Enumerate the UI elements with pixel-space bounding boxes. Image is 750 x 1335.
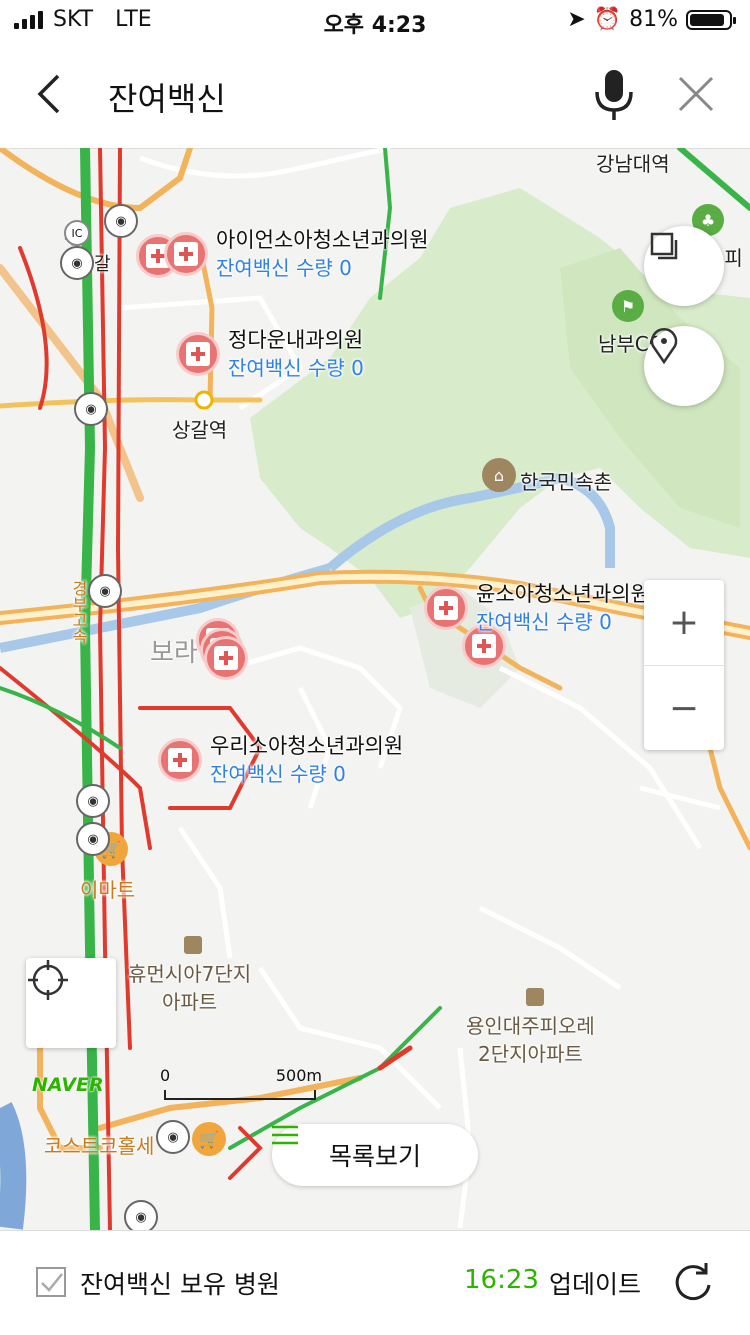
vaccine-stock: 잔여백신 수량 0 <box>210 762 346 786</box>
list-view-label: 목록보기 <box>328 1142 421 1171</box>
battery-icon <box>686 9 736 30</box>
current-location-button[interactable] <box>26 958 116 1048</box>
cctv-icon: ◉ <box>76 822 110 856</box>
label-gangnam-station: 강남대역 <box>596 152 670 176</box>
search-query[interactable]: 잔여백신 <box>108 74 226 120</box>
label-yongin: 용인대주피오레 2단지아파트 <box>466 1014 595 1066</box>
cctv-icon: ◉ <box>76 784 110 818</box>
crosshair-icon <box>28 960 68 1000</box>
hospital-name: 우리소아청소년과의원 <box>210 734 404 758</box>
hospital-name: 정다운내과의원 <box>228 328 364 352</box>
list-icon <box>272 1125 298 1145</box>
label-bora: 보라 <box>150 638 198 668</box>
interchange-icon: IC <box>64 220 90 246</box>
lake <box>0 1102 27 1230</box>
hospital-name: 아이언소아청소년과의원 <box>216 228 429 252</box>
golf-icon: ⚑ <box>612 290 644 322</box>
scale-end: 500m <box>275 1066 322 1085</box>
check-icon <box>41 1273 63 1292</box>
cctv-icon: ◉ <box>88 574 122 608</box>
label-humansia: 휴먼시아7단지 아파트 <box>128 962 252 1014</box>
hospital-pin[interactable] <box>204 636 248 680</box>
cctv-icon: ◉ <box>104 204 138 238</box>
hospital-cross-icon <box>424 586 468 630</box>
update-label: 업데이트 <box>549 1270 642 1299</box>
scale-start: 0 <box>160 1066 171 1085</box>
label-gal: 갈 <box>94 254 111 275</box>
list-view-button[interactable]: 목록보기 <box>272 1124 478 1186</box>
label-folk-village: 한국민속촌 <box>520 470 612 494</box>
hospital-marker[interactable]: 정다운내과의원잔여백신 수량 0 <box>176 326 364 382</box>
label-costco: 코스트코홀세 <box>44 1134 155 1158</box>
chevron-left-icon <box>37 74 60 114</box>
search-bar: 잔여백신 <box>0 40 750 149</box>
back-button[interactable] <box>24 66 80 122</box>
map-layers-button[interactable] <box>644 226 724 306</box>
apartment-icon <box>526 988 544 1006</box>
hospital-marker[interactable]: 아이언소아청소년과의원잔여백신 수량 0 <box>164 226 429 282</box>
hospital-marker[interactable]: 우리소아청소년과의원잔여백신 수량 0 <box>158 732 403 788</box>
apartment-icon <box>184 936 202 954</box>
zoom-out-button[interactable]: − <box>644 666 724 751</box>
filter-label: 잔여백신 보유 병원 <box>80 1270 280 1299</box>
location-arrow-icon: ➤ <box>567 7 586 32</box>
battery-percent: 81% <box>629 7 678 32</box>
palace-icon: ⌂ <box>482 458 516 492</box>
vaccine-stock: 잔여백신 수량 0 <box>228 356 364 380</box>
hospital-cross-icon <box>176 332 220 376</box>
cctv-icon: ◉ <box>156 1120 190 1154</box>
cctv-icon: ◉ <box>124 1200 158 1230</box>
alarm-icon: ⏰ <box>593 7 622 32</box>
cctv-icon: ◉ <box>60 246 94 280</box>
location-pin-button[interactable] <box>644 326 724 406</box>
hospital-cross-icon <box>158 738 202 782</box>
vaccine-stock: 잔여백신 수량 0 <box>216 256 352 280</box>
shopping-cart-icon: 🛒 <box>192 1122 226 1156</box>
label-gyeongbu: 경부고속 <box>69 580 88 644</box>
vaccine-stock: 잔여백신 수량 0 <box>476 610 612 634</box>
cctv-icon: ◉ <box>74 392 108 426</box>
clear-button[interactable] <box>668 66 724 122</box>
update-time: 16:23 <box>464 1265 539 1295</box>
naver-logo: NAVER <box>32 1074 104 1096</box>
bottom-bar: 잔여백신 보유 병원 16:23 업데이트 <box>0 1230 750 1335</box>
voice-search-button[interactable] <box>584 64 644 124</box>
label-emart: 이마트 <box>80 878 136 902</box>
close-icon <box>678 76 714 112</box>
hospital-marker[interactable]: 윤소아청소년과의원잔여백신 수량 0 <box>424 580 650 636</box>
refresh-button[interactable] <box>670 1259 716 1305</box>
map-view[interactable]: 강남대역 상갈역 한국민속촌 남부CC 소피 이마트 휴먼시아7단지 아파트 용… <box>0 148 750 1230</box>
filter-checkbox[interactable] <box>36 1267 66 1297</box>
scale-bar: 0 500m <box>160 1066 322 1102</box>
station-marker <box>194 390 214 410</box>
refresh-icon <box>675 1263 711 1301</box>
zoom-in-button[interactable]: + <box>644 580 724 666</box>
hospital-cross-icon <box>164 232 208 276</box>
zoom-control: + − <box>644 580 724 750</box>
layers-icon <box>650 232 678 260</box>
hospital-name: 윤소아청소년과의원 <box>476 582 650 606</box>
status-bar: SKT LTE 오후 4:23 ➤ ⏰ 81% <box>0 0 750 40</box>
microphone-icon <box>595 70 633 120</box>
label-sanggal-station: 상갈역 <box>172 418 228 442</box>
map-pin-icon <box>650 328 678 365</box>
